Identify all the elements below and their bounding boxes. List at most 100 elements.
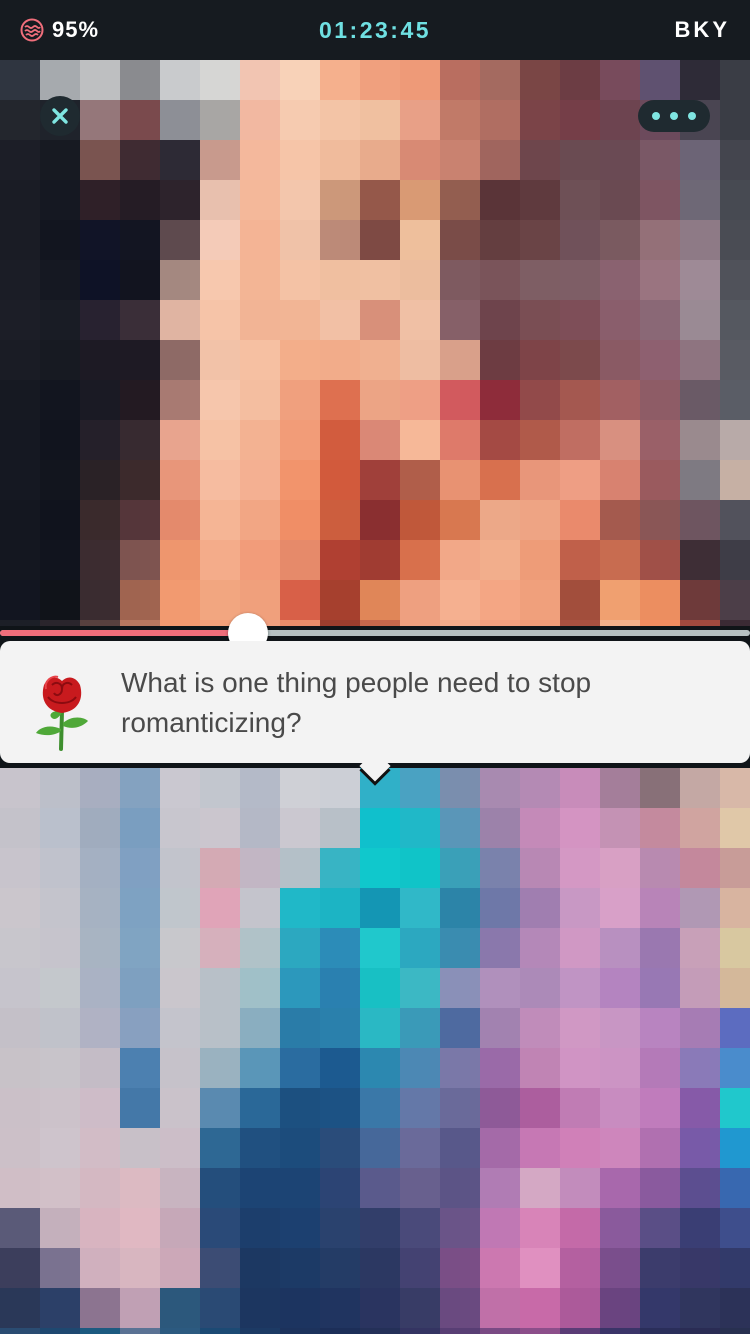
- video-pixel: [320, 580, 360, 620]
- video-pixel: [320, 1288, 360, 1328]
- video-pixel: [640, 580, 680, 620]
- video-pixel: [240, 768, 280, 808]
- video-pixel: [360, 540, 400, 580]
- video-pixel: [680, 1208, 720, 1248]
- video-pixel: [440, 848, 480, 888]
- video-pixel: [640, 808, 680, 848]
- prompt-text: What is one thing people need to stop ro…: [121, 667, 592, 738]
- video-pixel: [80, 888, 120, 928]
- video-pixel: [720, 1008, 750, 1048]
- video-pixel: [400, 180, 440, 220]
- video-pixel: [560, 928, 600, 968]
- video-pixel: [520, 420, 560, 460]
- call-progress-slider[interactable]: [0, 613, 750, 653]
- video-pixel: [0, 140, 40, 180]
- more-options-button[interactable]: [638, 100, 710, 132]
- video-pixel: [160, 928, 200, 968]
- video-pixel: [400, 968, 440, 1008]
- video-pixel: [480, 1128, 520, 1168]
- video-pixel: [440, 1288, 480, 1328]
- video-pixel: [320, 888, 360, 928]
- video-pixel: [640, 140, 680, 180]
- video-pixel: [200, 60, 240, 100]
- video-pixel: [120, 1168, 160, 1208]
- video-pixel: [320, 1328, 360, 1334]
- video-pixel: [360, 1248, 400, 1288]
- video-pixel: [680, 220, 720, 260]
- video-pixel: [80, 140, 120, 180]
- video-pixel: [480, 180, 520, 220]
- video-pixel: [360, 260, 400, 300]
- video-pixel: [560, 100, 600, 140]
- video-pixel: [240, 100, 280, 140]
- video-pixel: [80, 100, 120, 140]
- video-pixel: [520, 460, 560, 500]
- video-pixel: [160, 460, 200, 500]
- video-pixel: [120, 500, 160, 540]
- video-pixel: [240, 1008, 280, 1048]
- video-pixel: [640, 60, 680, 100]
- video-pixel: [240, 888, 280, 928]
- video-pixel: [440, 968, 480, 1008]
- video-pixel: [600, 888, 640, 928]
- video-pixel: [240, 60, 280, 100]
- video-pixel: [560, 1208, 600, 1248]
- video-pixel: [600, 540, 640, 580]
- video-pixel: [80, 1048, 120, 1088]
- video-pixel: [720, 1168, 750, 1208]
- video-pixel: [640, 768, 680, 808]
- video-pixel: [720, 620, 750, 626]
- video-pixel: [680, 340, 720, 380]
- video-pixel: [680, 1128, 720, 1168]
- video-pixel: [680, 180, 720, 220]
- video-pixel: [280, 968, 320, 1008]
- video-pixel: [160, 768, 200, 808]
- video-pixel: [640, 1048, 680, 1088]
- close-button[interactable]: [40, 96, 80, 136]
- video-pixel: [320, 1208, 360, 1248]
- video-pixel: [200, 340, 240, 380]
- video-pixel: [280, 180, 320, 220]
- video-pixel: [560, 60, 600, 100]
- video-pixel: [160, 500, 200, 540]
- video-pixel: [0, 220, 40, 260]
- video-pixel: [560, 1008, 600, 1048]
- video-pixel: [240, 1288, 280, 1328]
- video-pixel: [280, 340, 320, 380]
- video-pixel: [80, 968, 120, 1008]
- video-pixel: [560, 1128, 600, 1168]
- video-pixel: [240, 1328, 280, 1334]
- video-pixel: [200, 808, 240, 848]
- video-pixel: [680, 928, 720, 968]
- video-pixel: [360, 1208, 400, 1248]
- video-pixel: [720, 1128, 750, 1168]
- video-pixel: [480, 100, 520, 140]
- video-pixel: [320, 500, 360, 540]
- video-pixel: [640, 1088, 680, 1128]
- video-pixel: [600, 180, 640, 220]
- video-pixel: [360, 968, 400, 1008]
- video-pixel: [80, 380, 120, 420]
- video-pixel: [0, 1168, 40, 1208]
- video-pixel: [640, 460, 680, 500]
- video-pixel: [600, 968, 640, 1008]
- video-pixel: [160, 100, 200, 140]
- video-pixel: [240, 540, 280, 580]
- video-pixel: [280, 580, 320, 620]
- video-pixel: [40, 180, 80, 220]
- video-pixel: [40, 220, 80, 260]
- video-pixel: [40, 1208, 80, 1248]
- video-pixel: [160, 1008, 200, 1048]
- video-pixel: [80, 848, 120, 888]
- video-pixel: [200, 540, 240, 580]
- video-pixel: [240, 340, 280, 380]
- video-pixel: [440, 1328, 480, 1334]
- video-pixel: [520, 500, 560, 540]
- video-pixel: [200, 300, 240, 340]
- video-pixel: [40, 300, 80, 340]
- video-pixel: [0, 1008, 40, 1048]
- video-pixel: [440, 580, 480, 620]
- video-pixel: [400, 1328, 440, 1334]
- video-pixel: [720, 848, 750, 888]
- video-pixel: [160, 300, 200, 340]
